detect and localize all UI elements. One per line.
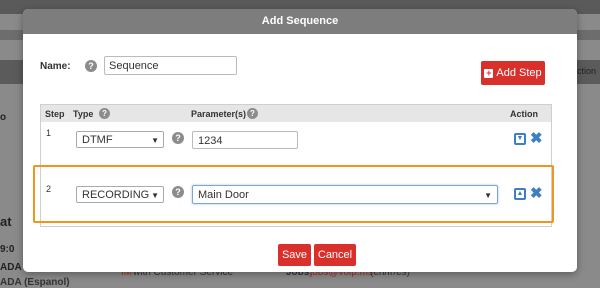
save-button[interactable]: Save [278,244,311,266]
header-step: Step [45,109,65,119]
type-help-icon[interactable]: ? [99,108,110,119]
name-input[interactable] [104,56,237,75]
type-select-value: DTMF [82,134,113,146]
move-down-icon[interactable]: ▼ [514,133,526,145]
step-number: 1 [46,128,52,138]
cancel-button[interactable]: Cancel [314,244,356,266]
header-parameters: Parameter(s) [191,109,247,119]
add-step-button[interactable]: + Add Step [481,61,545,85]
name-label: Name: [40,61,71,72]
background-fragment: o [0,112,7,123]
type-select[interactable]: DTMF ▼ [76,131,164,148]
type-row-help-icon[interactable]: ? [172,132,184,144]
background-fragment-at: at [0,214,12,229]
background-fragment-time: 9:0 [0,244,15,255]
row-highlight [33,165,554,223]
modal-title: Add Sequence [23,9,577,34]
parameter-input[interactable]: 1234 [192,131,298,149]
chevron-down-icon: ▼ [151,136,159,145]
plus-icon: + [484,67,494,78]
help-icon[interactable]: ? [85,60,97,72]
background-fragment-ada-es: ADA (Espanol) [0,277,70,288]
table-row: 1 DTMF ▼ ? 1234 ▼ ✖ [41,122,551,171]
delete-icon[interactable]: ✖ [530,131,543,146]
header-action: Action [510,109,538,119]
header-type: Type [73,109,94,119]
add-sequence-modal: Add Sequence Name: ? + Add Step Step Typ… [23,9,577,272]
table-header: Step Type ? Parameter(s) ? Action [41,105,551,122]
add-step-label: Add Step [496,67,542,79]
parameter-value: 1234 [198,135,223,147]
parameters-help-icon[interactable]: ? [247,108,258,119]
